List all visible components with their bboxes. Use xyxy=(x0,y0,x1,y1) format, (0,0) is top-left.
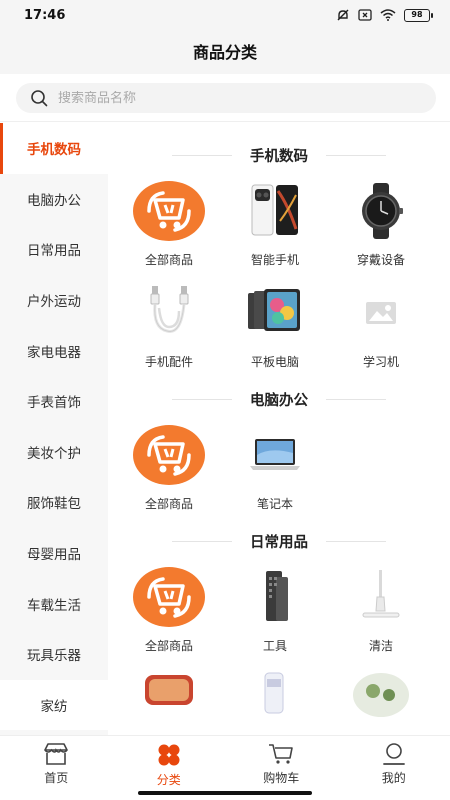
sidebar-item-label: 手表首饰 xyxy=(27,395,81,412)
all-goods-icon xyxy=(132,565,206,629)
category-item[interactable] xyxy=(116,663,222,735)
category-item-label: 手机配件 xyxy=(144,355,193,369)
sidebar-item-label: 电脑办公 xyxy=(27,192,81,209)
category-sidebar: 手机数码 电脑办公 日常用品 户外运动 家电电器 手表首饰 美妆个护 服饰鞋包 … xyxy=(0,123,108,735)
mop-icon xyxy=(344,565,418,629)
all-goods-icon xyxy=(132,423,206,487)
search-input[interactable] xyxy=(58,90,388,106)
smartphone-icon xyxy=(238,179,312,243)
sidebar-item-label: 车载生活 xyxy=(27,597,81,614)
category-item-label: 学习机 xyxy=(362,355,399,369)
header: 商品分类 xyxy=(0,32,450,74)
category-content: 手机数码 全部商品 智能手机 穿戴设备 手机配件 平板电脑 学习机 电脑办公 全… xyxy=(108,123,450,735)
category-item-label: 笔记本 xyxy=(256,497,293,511)
sidebar-item-label: 手机数码 xyxy=(27,142,81,159)
sidebar-item-watches-jewelry[interactable]: 手表首饰 xyxy=(0,376,108,427)
category-item[interactable] xyxy=(328,663,434,735)
status-time: 17:46 xyxy=(24,8,66,23)
category-item-label: 全部商品 xyxy=(144,639,193,653)
category-item[interactable] xyxy=(222,663,328,735)
sidebar-item-textiles[interactable]: 家纺 xyxy=(0,679,108,731)
category-item[interactable]: 全部商品 xyxy=(116,561,222,663)
sidebar-item-outdoor[interactable]: 户外运动 xyxy=(0,275,108,326)
page-title: 商品分类 xyxy=(192,43,257,62)
category-grid: 全部商品 工具 清洁 xyxy=(108,561,450,735)
user-icon xyxy=(382,743,405,765)
nav-label: 我的 xyxy=(381,771,406,785)
plate-icon xyxy=(344,667,418,731)
sidebar-item-label: 母婴用品 xyxy=(27,547,81,564)
sim-off-icon xyxy=(358,9,372,21)
sidebar-item-digital[interactable]: 手机数码 xyxy=(0,123,108,174)
sidebar-item-appliances[interactable]: 家电电器 xyxy=(0,325,108,376)
cart-icon xyxy=(269,744,294,764)
battery-icon: 98 xyxy=(404,8,433,22)
store-icon xyxy=(44,743,69,765)
sidebar-item-apparel[interactable]: 服饰鞋包 xyxy=(0,477,108,528)
tool-icon xyxy=(238,565,312,629)
search-icon xyxy=(31,90,48,107)
sidebar-item-baby[interactable]: 母婴用品 xyxy=(0,528,108,579)
category-item[interactable]: 全部商品 xyxy=(116,419,222,521)
sidebar-item-label: 日常用品 xyxy=(27,243,81,260)
category-item[interactable]: 工具 xyxy=(222,561,328,663)
sidebar-item-label: 户外运动 xyxy=(27,294,81,311)
nav-label: 分类 xyxy=(156,773,181,787)
nav-label: 购物车 xyxy=(263,771,300,785)
mute-icon xyxy=(337,9,349,21)
image-placeholder-icon xyxy=(344,281,418,345)
sidebar-item-daily-goods[interactable]: 日常用品 xyxy=(0,224,108,275)
category-item[interactable]: 穿戴设备 xyxy=(328,175,434,277)
sidebar-item-label: 家纺 xyxy=(40,698,68,715)
category-item-label: 平板电脑 xyxy=(250,355,299,369)
tablet-icon xyxy=(238,281,312,345)
sidebar-item-computer-office[interactable]: 电脑办公 xyxy=(0,174,108,225)
category-item-label: 工具 xyxy=(262,639,287,653)
category-item-label: 智能手机 xyxy=(250,253,299,267)
search-box[interactable] xyxy=(16,83,436,113)
search-area xyxy=(0,74,450,122)
laptop-icon xyxy=(238,423,312,487)
home-indicator xyxy=(138,791,312,795)
category-item-label: 穿戴设备 xyxy=(356,253,405,267)
nav-label: 首页 xyxy=(44,771,69,785)
sidebar-item-label: 玩具乐器 xyxy=(27,648,81,665)
category-item[interactable]: 智能手机 xyxy=(222,175,328,277)
category-item[interactable]: 学习机 xyxy=(328,277,434,379)
sidebar-item-car[interactable]: 车载生活 xyxy=(0,578,108,629)
food-container-icon xyxy=(132,667,206,731)
section-title: 手机数码 xyxy=(108,135,450,175)
sidebar-item-label: 服饰鞋包 xyxy=(27,496,81,513)
category-item[interactable]: 清洁 xyxy=(328,561,434,663)
nav-home[interactable]: 首页 xyxy=(0,736,113,800)
category-grid: 全部商品 智能手机 穿戴设备 手机配件 平板电脑 学习机 xyxy=(108,175,450,379)
category-item-label: 全部商品 xyxy=(144,497,193,511)
section-title: 日常用品 xyxy=(108,521,450,561)
sidebar-item-label: 美妆个护 xyxy=(27,445,81,462)
category-item[interactable]: 平板电脑 xyxy=(222,277,328,379)
section-title: 电脑办公 xyxy=(108,379,450,419)
bottle-icon xyxy=(238,667,312,731)
screen: 17:46 98 商品分类 手机数码 电脑办公 日常用品 户外运动 家电电器 手… xyxy=(0,0,450,800)
status-icons: 98 xyxy=(336,8,433,22)
category-item[interactable]: 手机配件 xyxy=(116,277,222,379)
category-icon xyxy=(158,744,180,766)
category-item[interactable]: 笔记本 xyxy=(222,419,328,521)
nav-profile[interactable]: 我的 xyxy=(338,736,450,800)
sidebar-item-beauty[interactable]: 美妆个护 xyxy=(0,427,108,478)
wifi-icon xyxy=(380,9,396,21)
sidebar-item-label: 家电电器 xyxy=(27,344,81,361)
category-item[interactable]: 全部商品 xyxy=(116,175,222,277)
status-bar: 17:46 98 xyxy=(0,0,450,32)
smartwatch-icon xyxy=(344,179,418,243)
usb-cable-icon xyxy=(132,281,206,345)
category-item-label: 清洁 xyxy=(368,639,393,653)
all-goods-icon xyxy=(132,179,206,243)
sidebar-item-toys[interactable]: 玩具乐器 xyxy=(0,629,108,680)
category-grid: 全部商品 笔记本 xyxy=(108,419,450,521)
category-item-label: 全部商品 xyxy=(144,253,193,267)
